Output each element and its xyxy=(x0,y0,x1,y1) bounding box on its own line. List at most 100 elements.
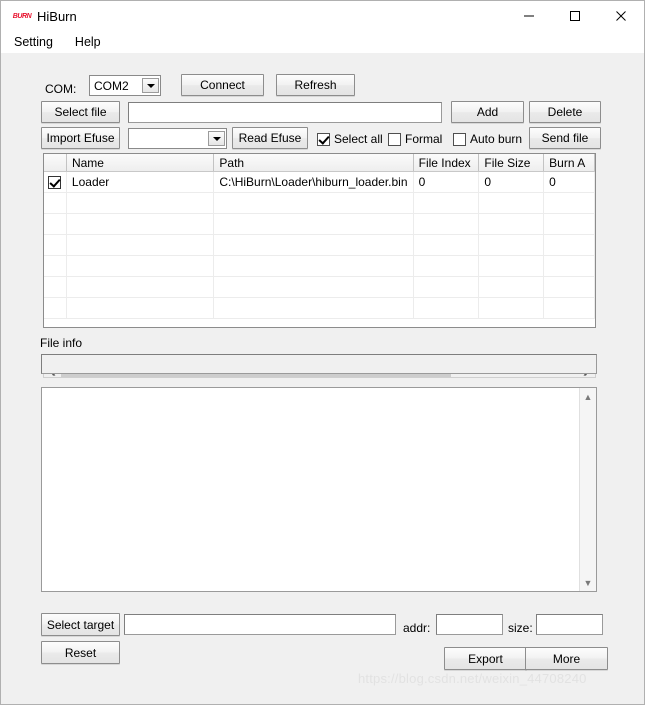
log-output-area[interactable]: ▲ ▼ xyxy=(41,387,597,592)
com-port-dropdown-arrow[interactable] xyxy=(142,78,159,93)
empty-cell xyxy=(44,277,67,297)
empty-cell xyxy=(414,214,480,234)
select-all-checkbox[interactable]: Select all xyxy=(317,132,383,146)
file-info-label: File info xyxy=(40,336,83,350)
table-row-empty[interactable] xyxy=(44,256,595,277)
grid-header-row: Name Path File Index File Size Burn A xyxy=(44,154,595,172)
grid-header-name[interactable]: Name xyxy=(66,154,215,171)
auto-burn-checkbox[interactable]: Auto burn xyxy=(453,132,522,146)
grid-header-burn-addr[interactable]: Burn A xyxy=(544,154,595,171)
efuse-dropdown-arrow[interactable] xyxy=(208,131,225,146)
empty-cell xyxy=(214,256,414,276)
row-burn-addr: 0 xyxy=(544,172,595,192)
addr-input[interactable] xyxy=(436,614,503,635)
select-file-input[interactable] xyxy=(128,102,442,123)
empty-cell xyxy=(214,277,414,297)
checkbox-box-icon xyxy=(317,132,330,146)
row-path: C:\HiBurn\Loader\hiburn_loader.bin xyxy=(214,172,414,192)
grid-header-path[interactable]: Path xyxy=(214,154,414,171)
file-list-grid[interactable]: Name Path File Index File Size Burn A Lo… xyxy=(43,153,596,328)
close-icon xyxy=(616,11,626,21)
size-input[interactable] xyxy=(536,614,603,635)
empty-cell xyxy=(544,256,595,276)
auto-burn-label: Auto burn xyxy=(470,132,523,146)
add-button[interactable]: Add xyxy=(451,101,524,123)
empty-cell xyxy=(544,298,595,318)
efuse-select[interactable] xyxy=(128,128,227,149)
table-row[interactable]: Loader C:\HiBurn\Loader\hiburn_loader.bi… xyxy=(44,172,595,193)
client-area: COM: COM2 Connect Refresh Select file Ad… xyxy=(1,53,644,704)
com-label: COM: xyxy=(45,82,77,96)
delete-button[interactable]: Delete xyxy=(529,101,601,123)
empty-cell xyxy=(67,193,215,213)
table-row-empty[interactable] xyxy=(44,298,595,319)
log-vertical-scrollbar[interactable]: ▲ ▼ xyxy=(579,388,596,591)
window-title: HiBurn xyxy=(37,8,77,24)
empty-cell xyxy=(214,235,414,255)
empty-cell xyxy=(214,298,414,318)
chevron-down-icon xyxy=(212,136,221,141)
empty-cell xyxy=(479,235,545,255)
empty-cell xyxy=(544,235,595,255)
empty-cell xyxy=(479,298,545,318)
chevron-down-icon[interactable]: ▼ xyxy=(580,574,596,591)
empty-cell xyxy=(414,235,480,255)
select-all-label: Select all xyxy=(334,132,383,146)
row-file-index: 0 xyxy=(414,172,480,192)
connect-button[interactable]: Connect xyxy=(181,74,264,96)
empty-cell xyxy=(414,256,480,276)
chevron-down-icon xyxy=(146,83,155,88)
menu-item-help[interactable]: Help xyxy=(75,35,101,49)
grid-header-check xyxy=(44,154,67,171)
window-controls xyxy=(506,1,644,31)
menu-bar: Setting Help xyxy=(1,31,644,53)
select-target-button[interactable]: Select target xyxy=(41,613,120,636)
title-bar: BURN HiBurn xyxy=(1,1,644,31)
empty-cell xyxy=(544,214,595,234)
menu-item-setting[interactable]: Setting xyxy=(14,35,53,49)
formal-checkbox[interactable]: Formal xyxy=(388,132,442,146)
checkbox-box-icon xyxy=(453,132,466,146)
empty-cell xyxy=(214,193,414,213)
target-path-input[interactable] xyxy=(124,614,396,635)
more-button[interactable]: More xyxy=(525,647,608,670)
maximize-button[interactable] xyxy=(552,1,598,31)
send-file-button[interactable]: Send file xyxy=(529,127,601,149)
empty-cell xyxy=(479,193,545,213)
close-button[interactable] xyxy=(598,1,644,31)
row-name: Loader xyxy=(67,172,215,192)
export-button[interactable]: Export xyxy=(444,647,527,670)
formal-label: Formal xyxy=(405,132,443,146)
import-efuse-button[interactable]: Import Efuse xyxy=(41,127,120,149)
reset-button[interactable]: Reset xyxy=(41,641,120,664)
addr-label: addr: xyxy=(403,621,431,635)
empty-cell xyxy=(544,193,595,213)
empty-cell xyxy=(44,214,67,234)
file-info-field xyxy=(41,354,597,374)
empty-cell xyxy=(67,235,215,255)
hiburn-window: BURN HiBurn Setting Help COM: COM2 Conne… xyxy=(0,0,645,705)
com-port-select[interactable]: COM2 xyxy=(89,75,161,96)
row-file-size: 0 xyxy=(479,172,545,192)
row-checkbox[interactable] xyxy=(44,172,67,192)
empty-cell xyxy=(44,193,67,213)
grid-header-file-index[interactable]: File Index xyxy=(413,154,480,171)
minimize-button[interactable] xyxy=(506,1,552,31)
empty-cell xyxy=(44,235,67,255)
empty-cell xyxy=(67,214,215,234)
table-row-empty[interactable] xyxy=(44,235,595,256)
empty-cell xyxy=(479,277,545,297)
empty-cell xyxy=(67,298,215,318)
table-row-empty[interactable] xyxy=(44,214,595,235)
select-file-button[interactable]: Select file xyxy=(41,101,120,123)
read-efuse-button[interactable]: Read Efuse xyxy=(232,127,308,149)
empty-cell xyxy=(44,256,67,276)
table-row-empty[interactable] xyxy=(44,277,595,298)
table-row-empty[interactable] xyxy=(44,193,595,214)
refresh-button[interactable]: Refresh xyxy=(276,74,355,96)
checkbox-checked-icon xyxy=(48,175,62,189)
watermark-text: https://blog.csdn.net/weixin_44708240 xyxy=(358,671,587,686)
empty-cell xyxy=(414,277,480,297)
grid-header-file-size[interactable]: File Size xyxy=(479,154,545,171)
chevron-up-icon[interactable]: ▲ xyxy=(580,388,596,405)
